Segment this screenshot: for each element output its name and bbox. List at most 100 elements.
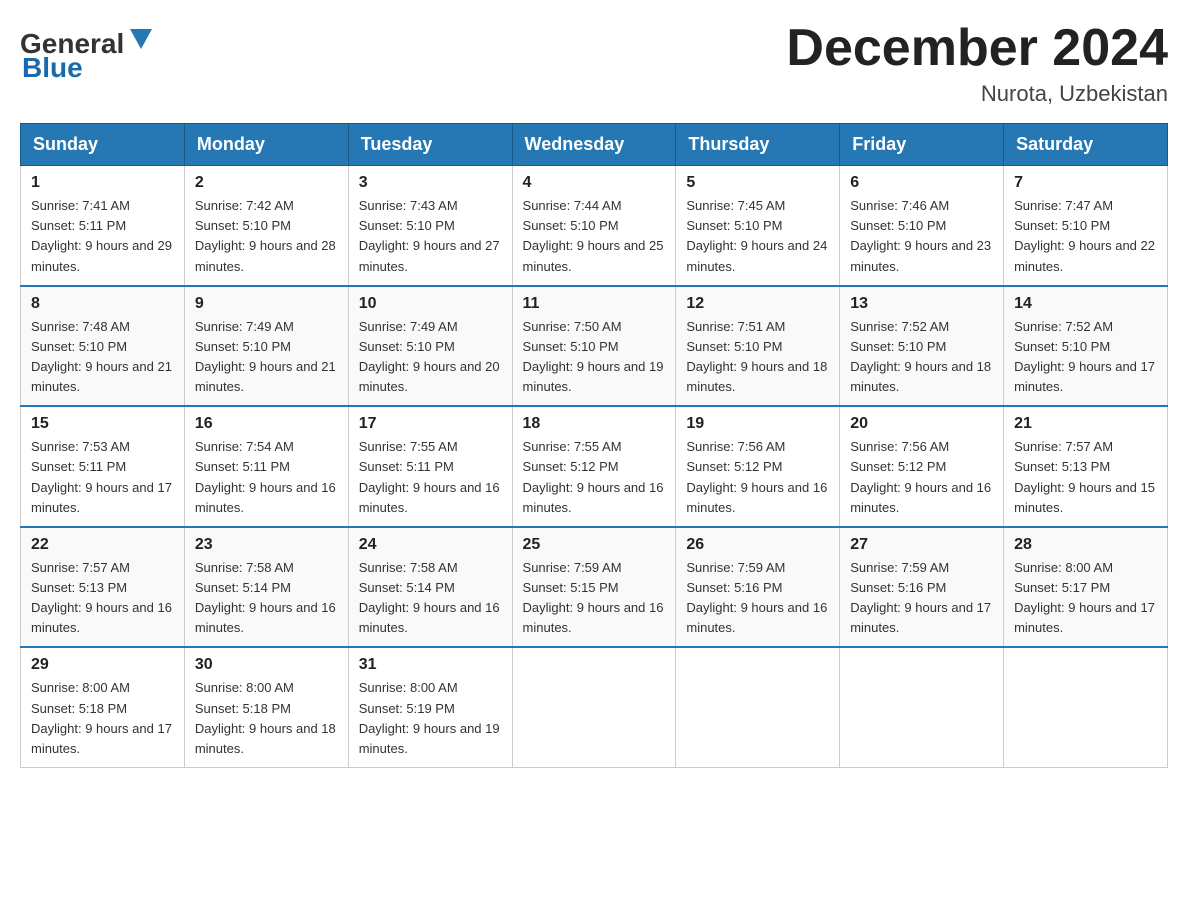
header: General Blue December 2024 Nurota, Uzbek… [20, 20, 1168, 107]
week-row-1: 1Sunrise: 7:41 AMSunset: 5:11 PMDaylight… [21, 166, 1168, 286]
day-cell-28: 28 Sunrise: 8:00 AMSunset: 5:17 PMDayligh… [1004, 527, 1168, 648]
day-cell-19: 19Sunrise: 7:56 AMSunset: 5:12 PMDayligh… [676, 406, 840, 527]
day-info: Sunrise: 7:49 AMSunset: 5:10 PMDaylight:… [359, 317, 502, 398]
day-info: Sunrise: 7:48 AMSunset: 5:10 PMDaylight:… [31, 317, 174, 398]
month-title: December 2024 [786, 20, 1168, 77]
day-info: Sunrise: 8:00 AMSunset: 5:19 PMDaylight:… [359, 678, 502, 759]
day-number: 7 [1014, 174, 1157, 192]
day-number: 15 [31, 415, 174, 433]
day-info: Sunrise: 7:42 AMSunset: 5:10 PMDaylight:… [195, 196, 338, 277]
day-info: Sunrise: 7:58 AMSunset: 5:14 PMDaylight:… [359, 558, 502, 639]
empty-cell [676, 647, 840, 767]
day-cell-2: 2 Sunrise: 7:42 AMSunset: 5:10 PMDaylight… [184, 166, 348, 286]
day-number: 8 [31, 295, 174, 313]
weekday-header-sunday: Sunday [21, 124, 185, 166]
day-info: Sunrise: 7:53 AMSunset: 5:11 PMDaylight:… [31, 437, 174, 518]
day-info: Sunrise: 7:50 AMSunset: 5:10 PMDaylight:… [523, 317, 666, 398]
day-number: 27 [850, 536, 993, 554]
day-number: 22 [31, 536, 174, 554]
logo-triangle-icon [130, 29, 152, 51]
day-number: 29 [31, 656, 174, 674]
day-cell-24: 24 Sunrise: 7:58 AMSunset: 5:14 PMDayligh… [348, 527, 512, 648]
day-number: 28 [1014, 536, 1157, 554]
day-info: Sunrise: 7:55 AMSunset: 5:12 PMDaylight:… [523, 437, 666, 518]
day-number: 1 [31, 174, 174, 192]
day-cell-11: 11Sunrise: 7:50 AMSunset: 5:10 PMDayligh… [512, 286, 676, 407]
day-number: 20 [850, 415, 993, 433]
weekday-header-monday: Monday [184, 124, 348, 166]
weekday-header-saturday: Saturday [1004, 124, 1168, 166]
day-info: Sunrise: 7:47 AMSunset: 5:10 PMDaylight:… [1014, 196, 1157, 277]
day-cell-3: 3Sunrise: 7:43 AMSunset: 5:10 PMDaylight… [348, 166, 512, 286]
day-cell-25: 25Sunrise: 7:59 AMSunset: 5:15 PMDayligh… [512, 527, 676, 648]
day-cell-13: 13 Sunrise: 7:52 AMSunset: 5:10 PMDayligh… [840, 286, 1004, 407]
day-info: Sunrise: 7:59 AMSunset: 5:16 PMDaylight:… [850, 558, 993, 639]
day-info: Sunrise: 7:56 AMSunset: 5:12 PMDaylight:… [686, 437, 829, 518]
day-number: 21 [1014, 415, 1157, 433]
week-row-2: 8 Sunrise: 7:48 AMSunset: 5:10 PMDaylight… [21, 286, 1168, 407]
weekday-header-tuesday: Tuesday [348, 124, 512, 166]
day-info: Sunrise: 7:45 AMSunset: 5:10 PMDaylight:… [686, 196, 829, 277]
day-info: Sunrise: 7:57 AMSunset: 5:13 PMDaylight:… [31, 558, 174, 639]
day-info: Sunrise: 7:57 AMSunset: 5:13 PMDaylight:… [1014, 437, 1157, 518]
day-info: Sunrise: 7:54 AMSunset: 5:11 PMDaylight:… [195, 437, 338, 518]
day-cell-21: 21 Sunrise: 7:57 AMSunset: 5:13 PMDayligh… [1004, 406, 1168, 527]
day-number: 12 [686, 295, 829, 313]
day-number: 31 [359, 656, 502, 674]
empty-cell [1004, 647, 1168, 767]
day-cell-30: 30Sunrise: 8:00 AMSunset: 5:18 PMDayligh… [184, 647, 348, 767]
day-cell-5: 5 Sunrise: 7:45 AMSunset: 5:10 PMDaylight… [676, 166, 840, 286]
day-info: Sunrise: 7:58 AMSunset: 5:14 PMDaylight:… [195, 558, 338, 639]
day-cell-4: 4 Sunrise: 7:44 AMSunset: 5:10 PMDaylight… [512, 166, 676, 286]
empty-cell [512, 647, 676, 767]
day-info: Sunrise: 7:55 AMSunset: 5:11 PMDaylight:… [359, 437, 502, 518]
day-number: 18 [523, 415, 666, 433]
day-cell-22: 22 Sunrise: 7:57 AMSunset: 5:13 PMDayligh… [21, 527, 185, 648]
title-area: December 2024 Nurota, Uzbekistan [786, 20, 1168, 107]
day-info: Sunrise: 7:46 AMSunset: 5:10 PMDaylight:… [850, 196, 993, 277]
day-info: Sunrise: 8:00 AMSunset: 5:18 PMDaylight:… [195, 678, 338, 759]
day-number: 6 [850, 174, 993, 192]
calendar: SundayMondayTuesdayWednesdayThursdayFrid… [20, 123, 1168, 768]
day-cell-15: 15 Sunrise: 7:53 AMSunset: 5:11 PMDayligh… [21, 406, 185, 527]
day-cell-20: 20Sunrise: 7:56 AMSunset: 5:12 PMDayligh… [840, 406, 1004, 527]
day-info: Sunrise: 7:59 AMSunset: 5:15 PMDaylight:… [523, 558, 666, 639]
weekday-header-row: SundayMondayTuesdayWednesdayThursdayFrid… [21, 124, 1168, 166]
location: Nurota, Uzbekistan [786, 81, 1168, 107]
day-number: 24 [359, 536, 502, 554]
day-info: Sunrise: 7:59 AMSunset: 5:16 PMDaylight:… [686, 558, 829, 639]
day-number: 3 [359, 174, 502, 192]
day-info: Sunrise: 8:00 AMSunset: 5:18 PMDaylight:… [31, 678, 174, 759]
day-cell-8: 8 Sunrise: 7:48 AMSunset: 5:10 PMDaylight… [21, 286, 185, 407]
day-number: 4 [523, 174, 666, 192]
day-cell-7: 7 Sunrise: 7:47 AMSunset: 5:10 PMDaylight… [1004, 166, 1168, 286]
day-number: 9 [195, 295, 338, 313]
day-cell-29: 29 Sunrise: 8:00 AMSunset: 5:18 PMDayligh… [21, 647, 185, 767]
day-number: 23 [195, 536, 338, 554]
day-cell-1: 1Sunrise: 7:41 AMSunset: 5:11 PMDaylight… [21, 166, 185, 286]
logo: General Blue [20, 20, 152, 82]
empty-cell [840, 647, 1004, 767]
day-cell-17: 17 Sunrise: 7:55 AMSunset: 5:11 PMDayligh… [348, 406, 512, 527]
day-cell-26: 26Sunrise: 7:59 AMSunset: 5:16 PMDayligh… [676, 527, 840, 648]
day-cell-18: 18 Sunrise: 7:55 AMSunset: 5:12 PMDayligh… [512, 406, 676, 527]
day-number: 17 [359, 415, 502, 433]
day-cell-12: 12 Sunrise: 7:51 AMSunset: 5:10 PMDayligh… [676, 286, 840, 407]
week-row-3: 15 Sunrise: 7:53 AMSunset: 5:11 PMDayligh… [21, 406, 1168, 527]
day-number: 14 [1014, 295, 1157, 313]
week-row-5: 29 Sunrise: 8:00 AMSunset: 5:18 PMDayligh… [21, 647, 1168, 767]
day-info: Sunrise: 8:00 AMSunset: 5:17 PMDaylight:… [1014, 558, 1157, 639]
day-info: Sunrise: 7:49 AMSunset: 5:10 PMDaylight:… [195, 317, 338, 398]
day-info: Sunrise: 7:52 AMSunset: 5:10 PMDaylight:… [850, 317, 993, 398]
day-info: Sunrise: 7:51 AMSunset: 5:10 PMDaylight:… [686, 317, 829, 398]
day-cell-31: 31 Sunrise: 8:00 AMSunset: 5:19 PMDayligh… [348, 647, 512, 767]
day-cell-27: 27 Sunrise: 7:59 AMSunset: 5:16 PMDayligh… [840, 527, 1004, 648]
day-number: 10 [359, 295, 502, 313]
weekday-header-friday: Friday [840, 124, 1004, 166]
day-info: Sunrise: 7:44 AMSunset: 5:10 PMDaylight:… [523, 196, 666, 277]
week-row-4: 22 Sunrise: 7:57 AMSunset: 5:13 PMDayligh… [21, 527, 1168, 648]
day-number: 5 [686, 174, 829, 192]
day-number: 13 [850, 295, 993, 313]
day-number: 16 [195, 415, 338, 433]
day-number: 2 [195, 174, 338, 192]
